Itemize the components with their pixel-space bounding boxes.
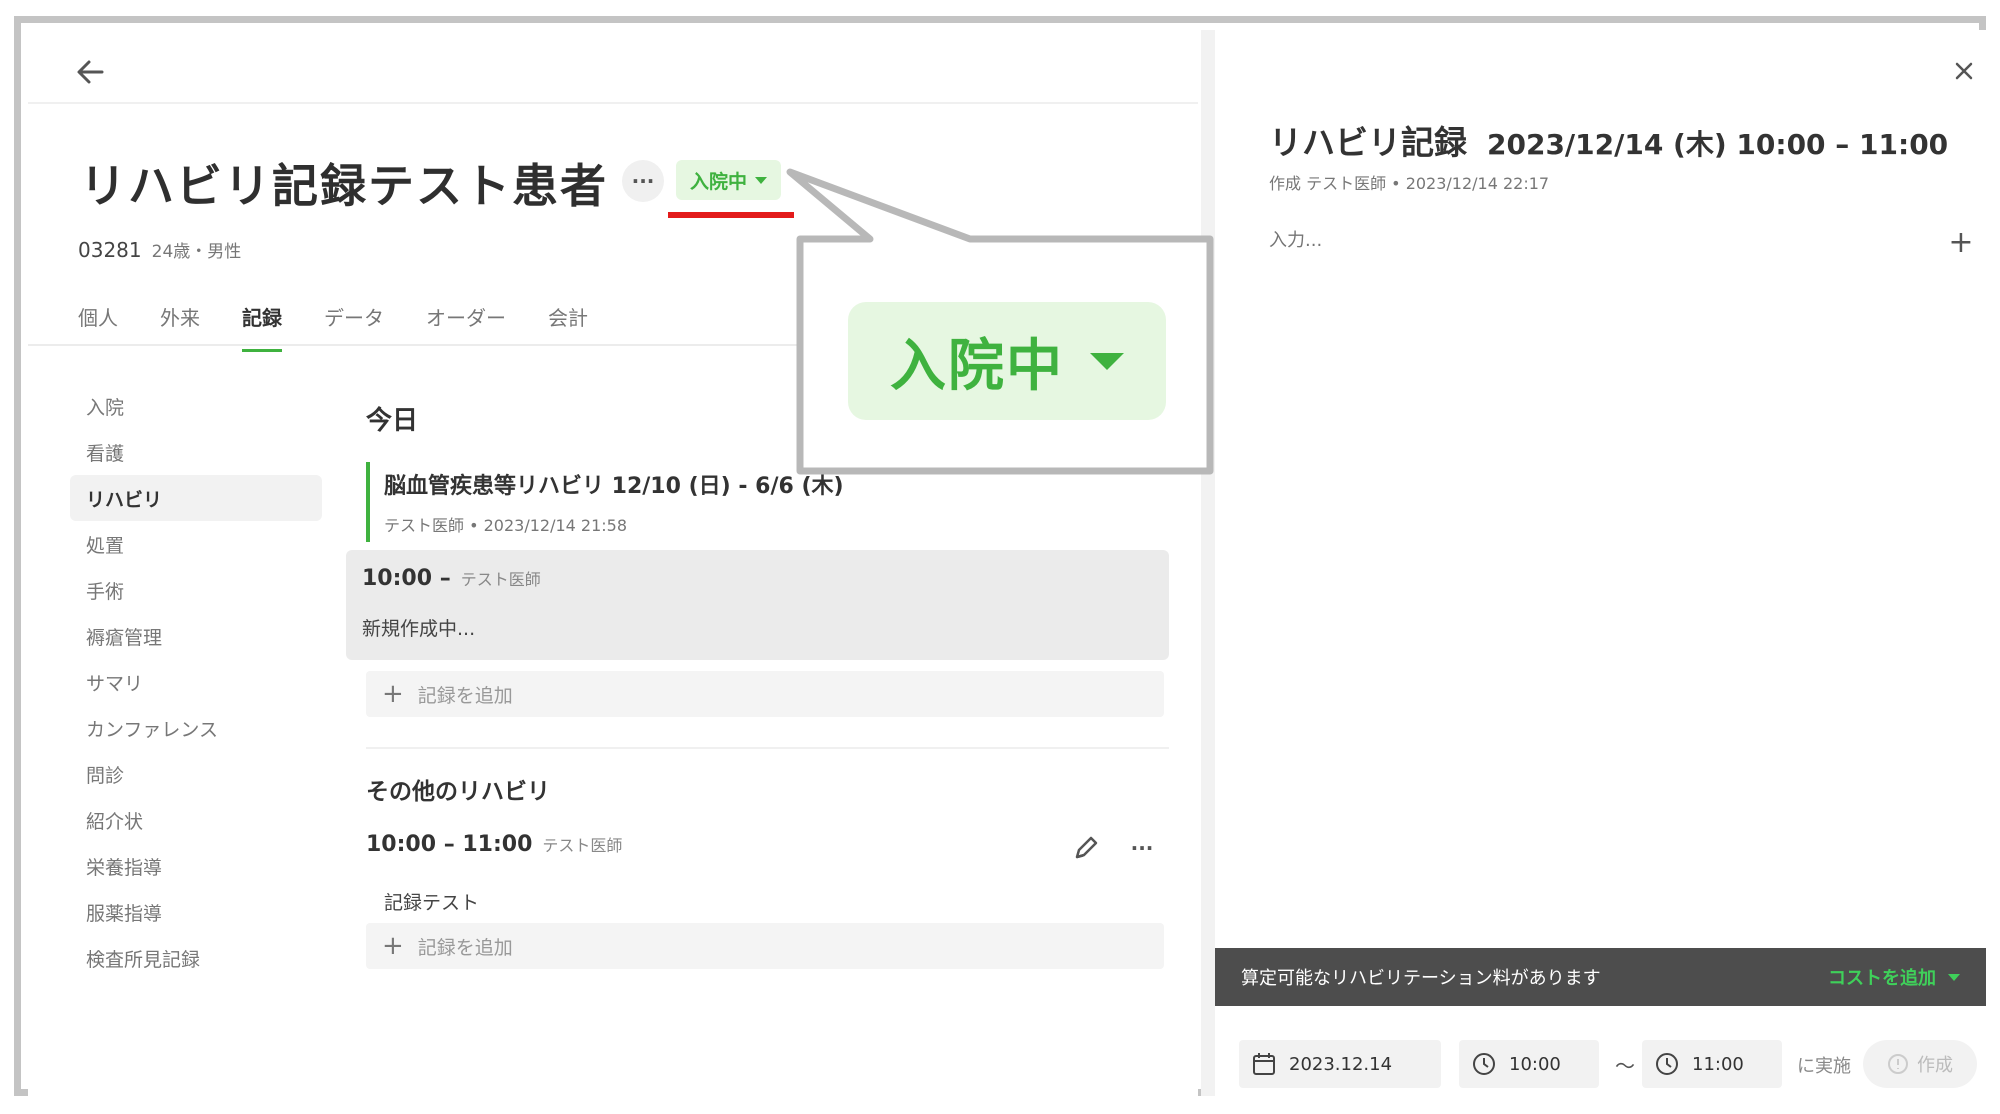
- close-icon[interactable]: [1947, 54, 1981, 88]
- date-picker[interactable]: 2023.12.14: [1239, 1040, 1441, 1088]
- record-body: 記録テスト: [384, 892, 480, 914]
- today-heading: 今日: [366, 406, 419, 436]
- nav-item-surgery[interactable]: 手術: [70, 567, 322, 613]
- cost-notification-bar: 算定可能なリハビリテーション料があります コストを追加: [1215, 948, 1986, 1006]
- other-rehab-heading: その他のリハビリ: [366, 779, 550, 805]
- draft-record-body: 新規作成中...: [362, 618, 476, 640]
- panel-title-text: リハビリ記録: [1269, 123, 1467, 162]
- patient-id: 03281: [78, 238, 142, 262]
- back-arrow-icon[interactable]: [70, 52, 110, 92]
- rehab-record-panel: リハビリ記録 2023/12/14 (木) 10:00 – 11:00 作成 テス…: [1215, 30, 1986, 1096]
- chevron-down-icon: [1090, 352, 1124, 370]
- draft-record-card[interactable]: 10:00 – テスト医師 新規作成中...: [346, 550, 1169, 660]
- add-item-plus-icon[interactable]: +: [1943, 224, 1979, 260]
- add-record-button-other[interactable]: + 記録を追加: [366, 923, 1164, 969]
- start-time-picker[interactable]: 10:00: [1459, 1040, 1599, 1088]
- add-cost-button[interactable]: コストを追加: [1828, 964, 1960, 990]
- record-more-icon[interactable]: ···: [1124, 830, 1160, 866]
- more-options-button[interactable]: ···: [622, 160, 664, 202]
- clock-icon: [1473, 1053, 1495, 1075]
- start-time-value: 10:00: [1509, 1053, 1561, 1075]
- zoomed-status-chip: 入院中: [848, 302, 1166, 420]
- nav-item-exam-findings[interactable]: 検査所見記録: [70, 935, 322, 981]
- create-label: 作成: [1917, 1055, 1953, 1076]
- nav-item-nutrition[interactable]: 栄養指導: [70, 843, 322, 889]
- nav-item-nursing[interactable]: 看護: [70, 429, 322, 475]
- record-author: テスト医師: [542, 836, 623, 855]
- record-input[interactable]: [1269, 230, 1869, 251]
- panel-title: リハビリ記録 2023/12/14 (木) 10:00 – 11:00: [1269, 116, 1948, 164]
- draft-record-time: 10:00 – テスト医師: [362, 566, 541, 591]
- patient-info: 03281 24歳・男性: [78, 237, 241, 262]
- add-record-label: 記録を追加: [417, 684, 513, 707]
- nav-item-conference[interactable]: カンファレンス: [70, 705, 322, 751]
- draft-time-text: 10:00 –: [362, 566, 451, 591]
- end-time-value: 11:00: [1692, 1053, 1744, 1075]
- rehab-plan-title: 脳血管疾患等リハビリ 12/10 (日) - 6/6 (木): [384, 474, 844, 499]
- screenshot-frame: リハビリ記録テスト患者 ··· 入院中 03281 24歳・男性 個人 外来 記録…: [14, 16, 1986, 1096]
- calendar-icon: [1253, 1053, 1275, 1075]
- rehab-plan[interactable]: 脳血管疾患等リハビリ 12/10 (日) - 6/6 (木) テスト医師 • 2…: [366, 462, 866, 542]
- draft-author: テスト医師: [460, 570, 541, 589]
- pane-divider: [1201, 30, 1215, 1096]
- create-button[interactable]: 作成: [1863, 1040, 1977, 1088]
- panel-meta: 作成 テスト医師 • 2023/12/14 22:17: [1269, 174, 1550, 193]
- section-divider: [366, 747, 1169, 749]
- edit-pencil-icon[interactable]: [1068, 830, 1104, 866]
- chevron-down-icon: [1948, 973, 1960, 981]
- add-record-label: 記録を追加: [417, 936, 513, 959]
- panel-datetime: 2023/12/14 (木) 10:00 – 11:00: [1487, 128, 1949, 161]
- header-divider: [28, 102, 1198, 104]
- nav-item-summary[interactable]: サマリ: [70, 659, 322, 705]
- patient-name: リハビリ記録テスト患者: [80, 159, 608, 213]
- add-cost-label: コストを追加: [1828, 968, 1936, 989]
- performed-label: に実施: [1797, 1056, 1851, 1077]
- range-tilde: ～: [1615, 1054, 1635, 1078]
- plus-icon: +: [382, 931, 404, 961]
- nav-item-rehab[interactable]: リハビリ: [70, 475, 322, 521]
- nav-item-treatment[interactable]: 処置: [70, 521, 322, 567]
- date-value: 2023.12.14: [1289, 1053, 1393, 1075]
- nav-item-referral[interactable]: 紹介状: [70, 797, 322, 843]
- nav-item-admission[interactable]: 入院: [70, 383, 322, 429]
- nav-item-medication[interactable]: 服薬指導: [70, 889, 322, 935]
- admission-status-label: 入院中: [690, 170, 748, 193]
- plus-icon: +: [382, 679, 404, 709]
- record-time-text: 10:00 – 11:00: [366, 832, 533, 857]
- patient-age-sex: 24歳・男性: [151, 242, 242, 262]
- chevron-down-icon: [755, 176, 768, 184]
- zoomed-status-label: 入院中: [890, 333, 1064, 399]
- nav-item-pressure-ulcer[interactable]: 褥瘡管理: [70, 613, 322, 659]
- end-time-picker[interactable]: 11:00: [1642, 1040, 1782, 1088]
- alert-circle-icon: [1888, 1054, 1908, 1074]
- record-footer: 2023.12.14 10:00 ～ 11:00 に実施 作成: [1215, 1020, 1986, 1096]
- highlight-underline: [668, 212, 794, 218]
- nav-item-interview[interactable]: 問診: [70, 751, 322, 797]
- record-time: 10:00 – 11:00 テスト医師: [366, 832, 622, 857]
- rehab-plan-meta: テスト医師 • 2023/12/14 21:58: [384, 516, 628, 535]
- admission-status-dropdown[interactable]: 入院中: [676, 160, 782, 200]
- clock-icon: [1656, 1053, 1678, 1075]
- add-record-button-today[interactable]: + 記録を追加: [366, 671, 1164, 717]
- patient-record-pane: リハビリ記録テスト患者 ··· 入院中 03281 24歳・男性 個人 外来 記録…: [28, 30, 1198, 1096]
- cost-message: 算定可能なリハビリテーション料があります: [1241, 968, 1601, 989]
- record-category-nav: 入院 看護 リハビリ 処置 手術 褥瘡管理 サマリ カンファレンス 問診 紹介状…: [70, 383, 322, 981]
